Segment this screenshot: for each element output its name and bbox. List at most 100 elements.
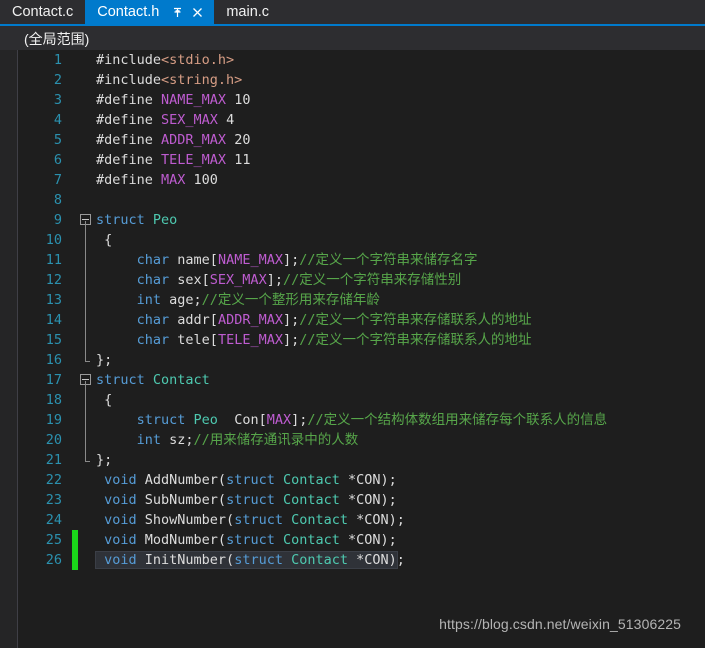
line-number: 5 bbox=[53, 132, 62, 148]
change-indicator bbox=[72, 150, 78, 170]
code-token: #define bbox=[96, 172, 162, 188]
code-token: <stdio.h> bbox=[161, 52, 235, 68]
tab-contact-h[interactable]: Contact.h bbox=[85, 0, 215, 24]
code-line[interactable]: 24 void ShowNumber(struct Contact *CON); bbox=[18, 510, 705, 530]
pin-icon[interactable] bbox=[171, 6, 184, 19]
code-line[interactable]: 9 struct Peo bbox=[18, 210, 705, 230]
code-line[interactable]: 16}; bbox=[18, 350, 705, 370]
code-token: SubNumber( bbox=[136, 492, 227, 508]
code-token: Contact bbox=[152, 372, 210, 388]
code-token: addr[ bbox=[169, 312, 218, 328]
line-number: 13 bbox=[45, 292, 62, 308]
code-line[interactable]: 5 #define ADDR_MAX 20 bbox=[18, 130, 705, 150]
change-indicator bbox=[72, 290, 78, 310]
code-token: struct bbox=[234, 552, 292, 568]
line-number: 23 bbox=[45, 492, 62, 508]
editor-tab-strip: Contact.c Contact.h main.c bbox=[0, 0, 705, 24]
code-token: int bbox=[136, 432, 162, 448]
code-line[interactable]: 26 void InitNumber(struct Contact *CON); bbox=[18, 550, 705, 570]
code-token: MAX bbox=[266, 412, 292, 428]
tab-label: Contact.h bbox=[97, 4, 160, 20]
code-token: SEX_MAX bbox=[209, 272, 267, 288]
code-token: void bbox=[104, 472, 137, 488]
code-text: #define MAX 100 bbox=[96, 170, 218, 190]
line-number: 16 bbox=[45, 352, 62, 368]
code-token: struct bbox=[226, 492, 283, 508]
code-line[interactable]: 2 #include<string.h> bbox=[18, 70, 705, 90]
code-text: #include<stdio.h> bbox=[96, 50, 234, 70]
code-token: InitNumber( bbox=[136, 552, 235, 568]
change-indicator bbox=[72, 370, 78, 390]
tab-label: Contact.c bbox=[12, 4, 74, 20]
code-token: 11 bbox=[226, 152, 251, 168]
code-line[interactable]: 6 #define TELE_MAX 11 bbox=[18, 150, 705, 170]
code-line[interactable]: 11 char name[NAME_MAX];//定义一个字符串来储存名字 bbox=[18, 250, 705, 270]
code-token: //定义一个字符串来储存名字 bbox=[299, 252, 478, 268]
line-number: 12 bbox=[45, 272, 62, 288]
code-token: tele[ bbox=[169, 332, 218, 348]
code-line[interactable]: 7 #define MAX 100 bbox=[18, 170, 705, 190]
code-line[interactable]: 13 int age;//定义一个整形用来存储年龄 bbox=[18, 290, 705, 310]
code-token: #define bbox=[96, 152, 162, 168]
change-indicator bbox=[72, 390, 78, 410]
code-line[interactable]: 12 char sex[SEX_MAX];//定义一个字符串来存储性别 bbox=[18, 270, 705, 290]
code-token: ShowNumber( bbox=[136, 512, 235, 528]
code-line[interactable]: 25 void ModNumber(struct Contact *CON); bbox=[18, 530, 705, 550]
code-line[interactable]: 19 struct Peo Con[MAX];//定义一个结构体数组用来储存每个… bbox=[18, 410, 705, 430]
tab-main-c[interactable]: main.c bbox=[214, 0, 282, 24]
code-text: void InitNumber(struct Contact *CON); bbox=[95, 550, 405, 570]
code-token: ModNumber( bbox=[136, 532, 227, 548]
code-line[interactable]: 8 bbox=[18, 190, 705, 210]
code-text: void AddNumber(struct Contact *CON); bbox=[96, 470, 397, 490]
current-line-highlight: void InitNumber(struct Contact *CON) bbox=[95, 551, 398, 569]
code-token: *CON); bbox=[348, 512, 405, 528]
code-line[interactable]: 15 char tele[TELE_MAX];//定义一个字符串来存储联系人的地… bbox=[18, 330, 705, 350]
line-number: 2 bbox=[53, 72, 62, 88]
code-token: struct bbox=[96, 212, 153, 228]
code-line[interactable]: 20 int sz;//用来储存通讯录中的人数 bbox=[18, 430, 705, 450]
code-line[interactable]: 17 struct Contact bbox=[18, 370, 705, 390]
code-text: #define SEX_MAX 4 bbox=[96, 110, 234, 130]
fold-guide-line bbox=[85, 270, 86, 290]
code-text: void ShowNumber(struct Contact *CON); bbox=[96, 510, 405, 530]
change-indicator bbox=[72, 490, 78, 510]
code-text: struct Peo Con[MAX];//定义一个结构体数组用来储存每个联系人… bbox=[96, 410, 608, 430]
scope-selector[interactable]: (全局范围) bbox=[24, 29, 89, 49]
close-icon[interactable] bbox=[191, 6, 204, 19]
code-token: char bbox=[136, 272, 170, 288]
code-line[interactable]: 23 void SubNumber(struct Contact *CON); bbox=[18, 490, 705, 510]
code-token: ]; bbox=[291, 412, 308, 428]
change-indicator bbox=[72, 230, 78, 250]
code-line[interactable]: 1 #include<stdio.h> bbox=[18, 50, 705, 70]
code-lines-container[interactable]: 1 #include<stdio.h> 2 #include<string.h> 3 #d… bbox=[18, 50, 705, 648]
code-line[interactable]: 3 #define NAME_MAX 10 bbox=[18, 90, 705, 110]
tab-contact-c[interactable]: Contact.c bbox=[0, 0, 86, 24]
code-token: #include bbox=[96, 72, 162, 88]
code-line[interactable]: 18 { bbox=[18, 390, 705, 410]
line-number: 4 bbox=[53, 112, 62, 128]
fold-guide-line-end bbox=[85, 350, 86, 361]
code-token: *CON); bbox=[339, 472, 397, 488]
code-token: Contact bbox=[282, 532, 340, 548]
code-token: 100 bbox=[185, 172, 218, 188]
code-line[interactable]: 21}; bbox=[18, 450, 705, 470]
code-line[interactable]: 14 char addr[ADDR_MAX];//定义一个字符串来存储联系人的地… bbox=[18, 310, 705, 330]
code-token: name[ bbox=[169, 252, 218, 268]
code-token: struct bbox=[234, 512, 292, 528]
fold-guide-line bbox=[85, 290, 86, 310]
code-token: 20 bbox=[226, 132, 251, 148]
change-indicator bbox=[72, 270, 78, 290]
code-line[interactable]: 22 void AddNumber(struct Contact *CON); bbox=[18, 470, 705, 490]
code-editor: 1 #include<stdio.h> 2 #include<string.h> 3 #d… bbox=[0, 50, 705, 648]
code-token: #define bbox=[96, 132, 162, 148]
code-line[interactable]: 10 { bbox=[18, 230, 705, 250]
code-token: ADDR_MAX bbox=[161, 132, 227, 148]
fold-guide-line bbox=[85, 230, 86, 250]
code-line[interactable]: 4 #define SEX_MAX 4 bbox=[18, 110, 705, 130]
change-indicator bbox=[72, 170, 78, 190]
